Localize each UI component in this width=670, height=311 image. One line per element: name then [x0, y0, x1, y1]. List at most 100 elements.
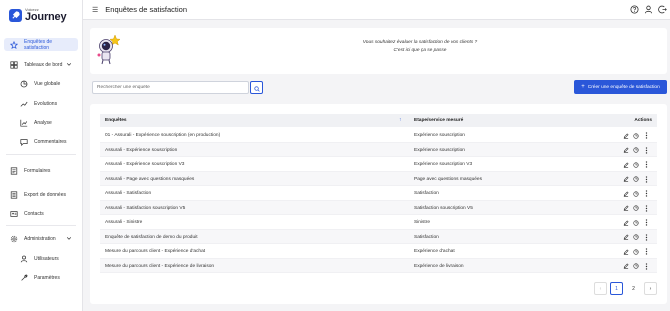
pagination-next-button[interactable]: ›	[644, 282, 657, 295]
sidebar-item-vue-globale[interactable]: Vue globale	[4, 77, 78, 90]
sidebar-item-analyse[interactable]: Analyse	[4, 116, 78, 129]
sidebar-item-parametres[interactable]: Paramètres	[4, 271, 78, 284]
sort-asc-icon[interactable]: ↑	[399, 117, 402, 123]
edit-icon[interactable]	[623, 205, 629, 212]
logo-name: Journey	[25, 11, 67, 23]
stats-icon[interactable]	[633, 190, 639, 197]
stats-icon[interactable]	[633, 219, 639, 226]
more-options-icon[interactable]	[643, 175, 649, 183]
table-row[interactable]: Mesure du parcours client - Expérience d…	[100, 244, 657, 259]
contacts-icon	[10, 210, 18, 218]
more-options-icon[interactable]	[643, 233, 649, 241]
sidebar-item-label: Paramètres	[34, 274, 60, 281]
trend-icon	[20, 100, 28, 108]
survey-name[interactable]: Assurali - Sinistre	[105, 220, 142, 225]
gear-icon	[10, 235, 18, 243]
survey-name[interactable]: Enquête de satisfaction de demo du produ…	[105, 235, 198, 240]
more-options-icon[interactable]	[643, 204, 649, 212]
sidebar-item-label: Analyse	[34, 119, 52, 126]
sidebar-item-formulaires[interactable]: Formulaires	[4, 164, 78, 177]
chevron-down-icon	[66, 235, 72, 243]
help-icon[interactable]	[630, 5, 639, 14]
table-row[interactable]: Assurali - Satisfaction Satisfaction	[100, 186, 657, 201]
sidebar-item-evolutions[interactable]: Evolutions	[4, 97, 78, 110]
table-header: Enquêtes ↑ Etape/service mesuré Actions	[100, 114, 657, 127]
edit-icon[interactable]	[623, 234, 629, 241]
wrench-icon	[20, 274, 28, 282]
survey-step: Satisfaction	[414, 191, 439, 196]
account-icon[interactable]	[644, 5, 653, 14]
more-options-icon[interactable]	[643, 146, 649, 154]
column-header-step: Etape/service mesuré	[414, 118, 464, 123]
banner-question: Vous souhaitez évaluer la satisfaction d…	[362, 40, 478, 45]
sidebar-item-administration[interactable]: Administration	[4, 232, 78, 245]
table-row[interactable]: Assurali - Sinistre Sinistre	[100, 215, 657, 230]
sidebar-item-commentaires[interactable]: Commentaires	[4, 135, 78, 148]
table-row[interactable]: Mesure du parcours client - Expérience d…	[100, 258, 657, 273]
edit-icon[interactable]	[623, 190, 629, 197]
logout-icon[interactable]	[658, 5, 667, 14]
more-options-icon[interactable]	[643, 219, 649, 226]
stats-icon[interactable]	[633, 234, 639, 241]
more-options-icon[interactable]	[643, 161, 649, 168]
sidebar-item-contacts[interactable]: Contacts	[4, 207, 78, 220]
search-input[interactable]	[92, 81, 249, 94]
astronaut-illustration-icon	[95, 33, 121, 65]
stats-icon[interactable]	[633, 161, 639, 168]
column-header-name[interactable]: Enquêtes	[105, 118, 127, 123]
more-options-icon[interactable]	[643, 132, 649, 139]
more-options-icon[interactable]	[643, 190, 649, 197]
sidebar: Voicezz Journey Enquêtes de satisfaction…	[0, 0, 83, 311]
table-row[interactable]: Enquête de satisfaction de demo du produ…	[100, 229, 657, 244]
survey-name[interactable]: Assurali - Expérience souscription V3	[105, 162, 184, 167]
survey-step: Expérience souscription	[414, 133, 465, 138]
banner-answer: C'est ici que ça se passe	[393, 48, 447, 53]
sidebar-item-label: Contacts	[24, 210, 44, 217]
survey-name[interactable]: Assurali - Page avec questions masquées	[105, 177, 194, 182]
edit-icon[interactable]	[623, 147, 629, 154]
sidebar-item-enquetes[interactable]: Enquêtes de satisfaction	[4, 38, 78, 51]
stats-icon[interactable]	[633, 263, 639, 270]
survey-name[interactable]: Mesure du parcours client - Expérience d…	[105, 249, 205, 254]
create-survey-button[interactable]: + Créer une enquête de satisfaction	[574, 80, 667, 94]
edit-icon[interactable]	[623, 176, 629, 183]
edit-icon[interactable]	[623, 132, 629, 139]
table-row[interactable]: Assurali - Page avec questions masquées P…	[100, 171, 657, 186]
stats-icon[interactable]	[633, 205, 639, 212]
sidebar-item-tableaux[interactable]: Tableaux de bord	[4, 58, 78, 71]
divider	[6, 225, 76, 226]
table-row[interactable]: Assurali - Satisfaction souscription V5 S…	[100, 200, 657, 215]
pagination-page-1[interactable]: 1	[610, 282, 623, 295]
table-row[interactable]: Assurali - Expérience souscription Expéri…	[100, 142, 657, 157]
welcome-banner: Vous souhaitez évaluer la satisfaction d…	[90, 28, 667, 74]
stats-icon[interactable]	[633, 248, 639, 255]
search-button[interactable]	[250, 81, 263, 94]
edit-icon[interactable]	[623, 248, 629, 255]
logo[interactable]: Voicezz Journey	[9, 8, 67, 23]
survey-name[interactable]: Mesure du parcours client - Expérience d…	[105, 264, 214, 269]
survey-name[interactable]: Assurali - Satisfaction	[105, 191, 151, 196]
pie-chart-icon	[20, 80, 28, 88]
more-options-icon[interactable]	[643, 262, 649, 270]
pagination-prev-button[interactable]: ‹	[594, 282, 607, 295]
survey-name[interactable]: 01 - Assurali - Expérience souscription …	[105, 133, 220, 138]
survey-name[interactable]: Assurali - Expérience souscription	[105, 148, 177, 153]
sidebar-item-utilisateurs[interactable]: Utilisateurs	[4, 252, 78, 265]
pagination-page-2[interactable]: 2	[627, 282, 640, 295]
comment-icon	[20, 138, 28, 146]
menu-icon[interactable]: ☰	[92, 6, 98, 14]
export-icon	[10, 190, 18, 199]
stats-icon[interactable]	[633, 132, 639, 139]
survey-name[interactable]: Assurali - Satisfaction souscription V5	[105, 206, 185, 211]
table-row[interactable]: 01 - Assurali - Expérience souscription …	[100, 128, 657, 143]
user-icon	[20, 255, 28, 263]
sidebar-item-export[interactable]: Export de données	[4, 188, 78, 201]
stats-icon[interactable]	[633, 176, 639, 183]
table-row[interactable]: Assurali - Expérience souscription V3 Exp…	[100, 157, 657, 172]
stats-icon[interactable]	[633, 147, 639, 154]
more-options-icon[interactable]	[643, 248, 649, 255]
edit-icon[interactable]	[623, 161, 629, 168]
edit-icon[interactable]	[623, 263, 629, 270]
edit-icon[interactable]	[623, 219, 629, 226]
sidebar-item-label: Formulaires	[24, 167, 51, 174]
